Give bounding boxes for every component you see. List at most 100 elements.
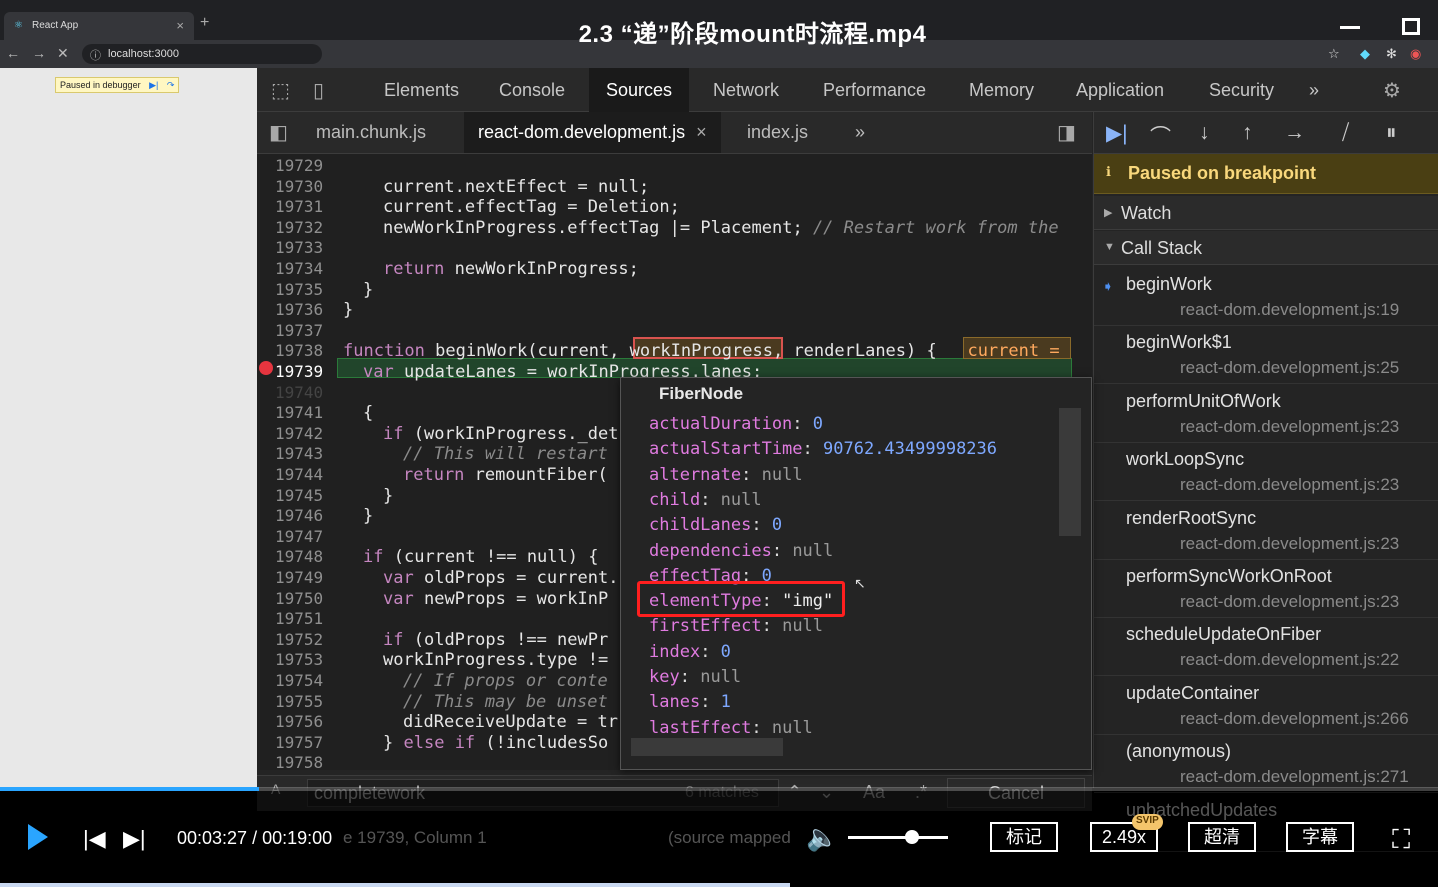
fiber-property[interactable]: childLanes: 0 [649, 515, 782, 535]
tab-sources[interactable]: Sources [589, 68, 690, 112]
tab-security[interactable]: Security [1209, 68, 1274, 112]
maximize-icon[interactable] [1402, 18, 1420, 35]
line-number[interactable]: 19732 [275, 218, 333, 238]
video-progress-bar[interactable] [0, 787, 1438, 791]
fiber-property[interactable]: firstEffect: null [649, 616, 823, 636]
fiber-property[interactable]: actualDuration: 0 [649, 414, 823, 434]
toggle-navigator-icon[interactable]: ◧ [269, 120, 288, 145]
line-number[interactable]: 19751 [275, 609, 333, 629]
frame-location[interactable]: react-dom.development.js:266 [1180, 709, 1409, 729]
tab-performance[interactable]: Performance [823, 68, 926, 112]
fiber-property[interactable]: index: 0 [649, 642, 731, 662]
line-number[interactable]: 19741 [275, 403, 333, 423]
inspect-element-icon[interactable]: ⬚ [271, 78, 290, 103]
volume-slider[interactable] [848, 836, 948, 839]
line-number[interactable]: 19739 [275, 362, 333, 382]
close-file-tab-icon[interactable]: × [696, 122, 707, 142]
line-number[interactable]: 19755 [275, 692, 333, 712]
settings-gear-icon[interactable]: ⚙ [1383, 78, 1401, 103]
frame-location[interactable]: react-dom.development.js:271 [1180, 767, 1409, 787]
fiber-property[interactable]: alternate: null [649, 465, 803, 485]
step-over-icon[interactable]: ⌒ [1150, 121, 1171, 151]
call-stack-frame[interactable]: performUnitOfWork react-dom.development.j… [1094, 385, 1438, 443]
line-number[interactable]: 19729 [275, 156, 333, 176]
line-number[interactable]: 19747 [275, 527, 333, 547]
fullscreen-icon[interactable]: ⛶ [1392, 824, 1410, 856]
line-number[interactable]: 19738 [275, 341, 333, 361]
frame-location[interactable]: react-dom.development.js:25 [1180, 358, 1399, 378]
line-number[interactable]: 19753 [275, 650, 333, 670]
call-stack-frame[interactable]: performSyncWorkOnRoot react-dom.developme… [1094, 560, 1438, 618]
fiber-property[interactable]: lanes: 1 [649, 692, 731, 712]
fiber-property[interactable]: key: null [649, 667, 741, 687]
line-number[interactable]: 19750 [275, 589, 333, 609]
device-toolbar-icon[interactable]: ▯ [313, 78, 324, 103]
file-tab-index[interactable]: index.js [747, 112, 808, 153]
frame-location[interactable]: react-dom.development.js:19 [1180, 300, 1399, 320]
call-stack-frame[interactable]: (anonymous) react-dom.development.js:271 [1094, 735, 1438, 794]
watch-section-header[interactable]: ▶ Watch [1094, 196, 1438, 230]
tab-elements[interactable]: Elements [384, 68, 459, 112]
line-number[interactable]: 19756 [275, 712, 333, 732]
more-tabs-button[interactable]: » [1309, 68, 1319, 112]
line-number[interactable]: 19752 [275, 630, 333, 650]
frame-location[interactable]: react-dom.development.js:23 [1180, 475, 1399, 495]
step-icon[interactable]: → [1284, 121, 1305, 145]
fiber-property[interactable]: actualStartTime: 90762.43499998236 [649, 439, 997, 459]
toggle-debugger-icon[interactable]: ◨ [1057, 120, 1076, 145]
line-number[interactable]: 19744 [275, 465, 333, 485]
fiber-property[interactable]: child: null [649, 490, 762, 510]
pause-on-exceptions-icon[interactable]: ⏸ [1386, 121, 1397, 145]
deactivate-breakpoints-icon[interactable]: ⧸ [1342, 121, 1349, 145]
call-stack-frame[interactable]: workLoopSync react-dom.development.js:23 [1094, 443, 1438, 502]
line-number[interactable]: 19749 [275, 568, 333, 588]
minimize-icon[interactable] [1340, 26, 1360, 29]
tab-memory[interactable]: Memory [969, 68, 1034, 112]
mark-button[interactable]: 标记 [990, 822, 1058, 852]
line-number[interactable]: 19743 [275, 444, 333, 464]
fiber-property[interactable]: lastEffect: null [649, 718, 813, 738]
resume-icon[interactable]: ▶| [1106, 121, 1128, 146]
step-over-icon[interactable]: ↷ [167, 80, 175, 90]
line-number[interactable]: 19746 [275, 506, 333, 526]
popover-horizontal-scrollbar[interactable] [631, 738, 783, 756]
step-out-icon[interactable]: ↑ [1242, 121, 1253, 145]
next-video-button[interactable]: ▶| [123, 826, 146, 852]
call-stack-frame[interactable]: ➧ beginWork react-dom.development.js:19 [1094, 268, 1438, 326]
line-number[interactable]: 19730 [275, 177, 333, 197]
line-number[interactable]: 19737 [275, 321, 333, 341]
popover-scrollbar[interactable] [1059, 408, 1081, 536]
frame-location[interactable]: react-dom.development.js:22 [1180, 650, 1399, 670]
call-stack-frame[interactable]: beginWork$1 react-dom.development.js:25 [1094, 326, 1438, 385]
line-number[interactable]: 19745 [275, 486, 333, 506]
line-number[interactable]: 19754 [275, 671, 333, 691]
step-into-icon[interactable]: ↓ [1199, 121, 1210, 145]
fibernode-popover[interactable]: FiberNode actualDuration: 0 actualStartTi… [620, 377, 1092, 770]
line-number[interactable]: 19734 [275, 259, 333, 279]
subtitle-button[interactable]: 字幕 [1286, 822, 1354, 852]
line-number[interactable]: 19757 [275, 733, 333, 753]
line-number[interactable]: 19740 [275, 383, 333, 403]
play-button[interactable] [28, 824, 48, 850]
line-number[interactable]: 19758 [275, 753, 333, 770]
quality-button[interactable]: 超清 [1188, 822, 1256, 852]
file-tab-main-chunk[interactable]: main.chunk.js [316, 112, 426, 153]
fiber-property[interactable]: dependencies: null [649, 541, 833, 561]
line-number[interactable]: 19742 [275, 424, 333, 444]
line-number[interactable]: 19736 [275, 300, 333, 320]
line-number[interactable]: 19748 [275, 547, 333, 567]
tab-application[interactable]: Application [1076, 68, 1164, 112]
call-stack-frame[interactable]: scheduleUpdateOnFiber react-dom.developme… [1094, 618, 1438, 677]
breakpoint-marker[interactable] [259, 361, 273, 375]
volume-icon[interactable]: 🔈 [806, 822, 838, 853]
frame-location[interactable]: react-dom.development.js:23 [1180, 534, 1399, 554]
tab-network[interactable]: Network [713, 68, 779, 112]
call-stack-frame[interactable]: renderRootSync react-dom.development.js:2… [1094, 502, 1438, 560]
call-stack-frame[interactable]: updateContainer react-dom.development.js:… [1094, 677, 1438, 735]
previous-video-button[interactable]: |◀ [83, 826, 106, 852]
frame-location[interactable]: react-dom.development.js:23 [1180, 592, 1399, 612]
frame-location[interactable]: react-dom.development.js:23 [1180, 417, 1399, 437]
tab-console[interactable]: Console [499, 68, 565, 112]
line-number[interactable]: 19733 [275, 238, 333, 258]
call-stack-section-header[interactable]: ▼ Call Stack [1094, 231, 1438, 265]
